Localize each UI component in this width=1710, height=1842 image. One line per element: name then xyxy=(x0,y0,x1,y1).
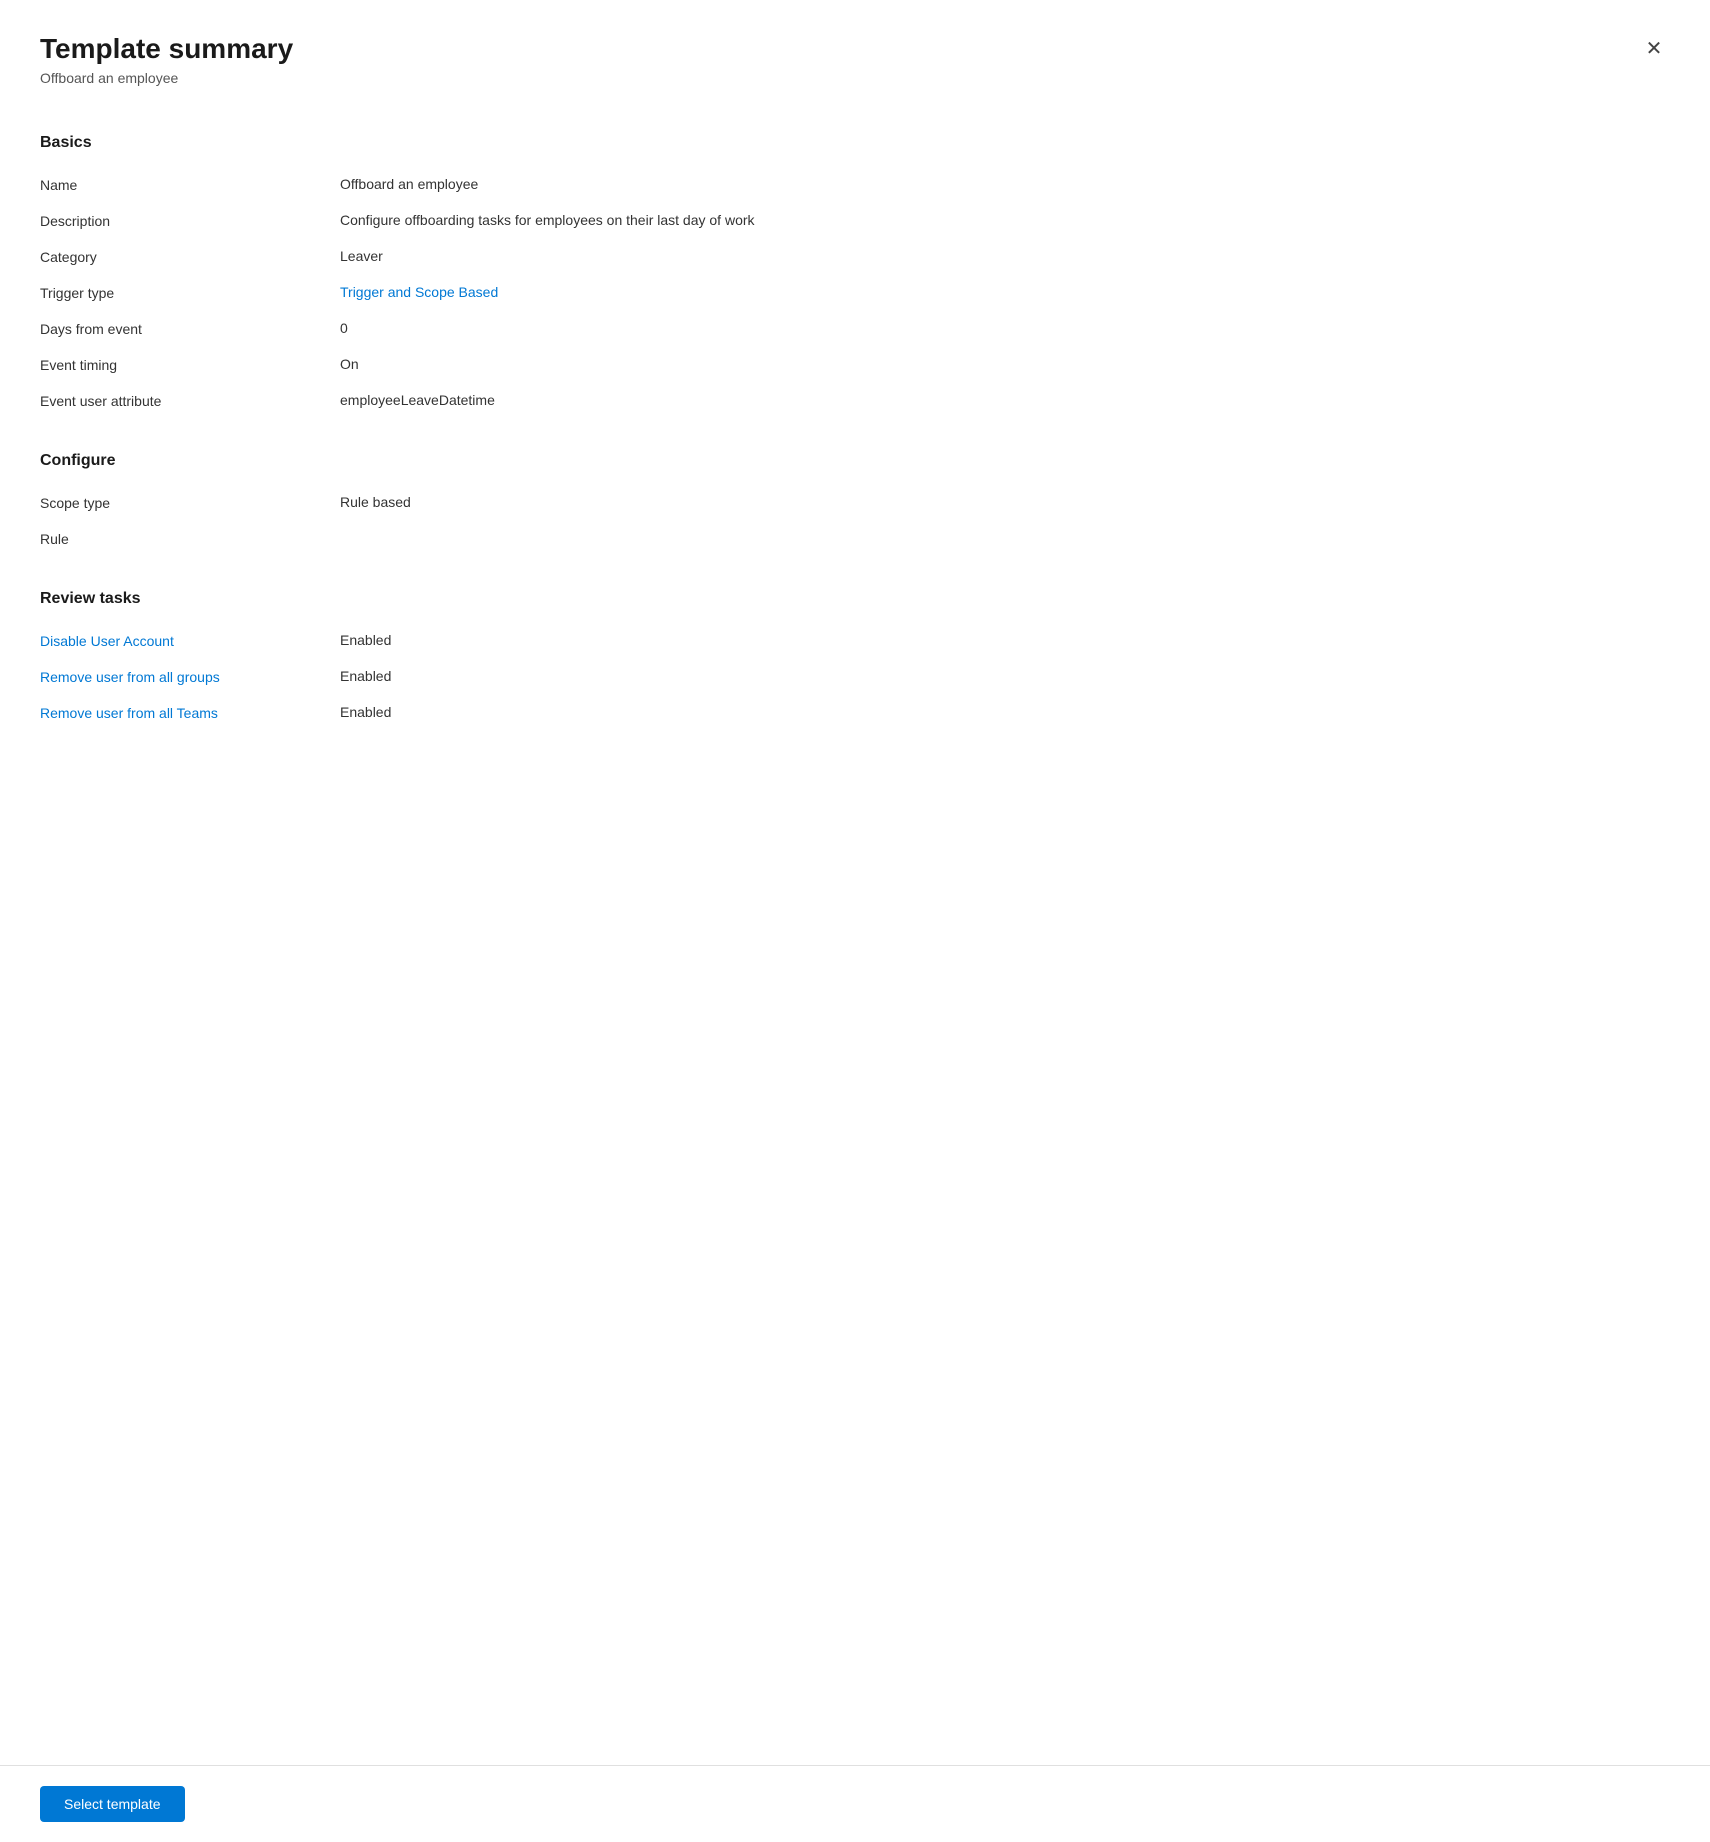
panel-title: Template summary xyxy=(40,32,1670,66)
field-label-category: Category xyxy=(40,248,340,265)
field-row-disable-user-account: Disable User Account Enabled xyxy=(40,624,1670,660)
field-label-event-timing: Event timing xyxy=(40,356,340,373)
close-icon: ✕ xyxy=(1646,36,1663,61)
panel-subtitle: Offboard an employee xyxy=(40,70,1670,86)
configure-section: Configure Scope type Rule based Rule xyxy=(40,452,1670,558)
field-label-scope-type: Scope type xyxy=(40,494,340,511)
field-value-name: Offboard an employee xyxy=(340,176,1670,192)
field-row-remove-from-groups: Remove user from all groups Enabled xyxy=(40,660,1670,696)
field-row-scope-type: Scope type Rule based xyxy=(40,486,1670,522)
basics-section-title: Basics xyxy=(40,134,1670,152)
field-label-trigger-type: Trigger type xyxy=(40,284,340,301)
field-value-event-user-attribute: employeeLeaveDatetime xyxy=(340,392,1670,408)
field-row-event-user-attribute: Event user attribute employeeLeaveDateti… xyxy=(40,384,1670,420)
field-row-category: Category Leaver xyxy=(40,240,1670,276)
template-summary-panel: Template summary Offboard an employee ✕ … xyxy=(0,0,1710,1842)
field-label-name: Name xyxy=(40,176,340,193)
field-row-event-timing: Event timing On xyxy=(40,348,1670,384)
field-row-rule: Rule xyxy=(40,522,1670,558)
field-value-category: Leaver xyxy=(340,248,1670,264)
field-value-days-from-event: 0 xyxy=(340,320,1670,336)
field-label-remove-from-groups[interactable]: Remove user from all groups xyxy=(40,668,340,685)
field-value-disable-user-account: Enabled xyxy=(340,632,1670,648)
select-template-button[interactable]: Select template xyxy=(40,1786,185,1822)
field-label-remove-from-teams[interactable]: Remove user from all Teams xyxy=(40,704,340,721)
field-row-remove-from-teams: Remove user from all Teams Enabled xyxy=(40,696,1670,732)
select-template-label: Select template xyxy=(64,1796,161,1812)
field-label-days-from-event: Days from event xyxy=(40,320,340,337)
configure-section-title: Configure xyxy=(40,452,1670,470)
field-label-disable-user-account[interactable]: Disable User Account xyxy=(40,632,340,649)
review-tasks-section-title: Review tasks xyxy=(40,590,1670,608)
field-row-days-from-event: Days from event 0 xyxy=(40,312,1670,348)
field-row-description: Description Configure offboarding tasks … xyxy=(40,204,1670,240)
field-value-event-timing: On xyxy=(340,356,1670,372)
field-label-rule: Rule xyxy=(40,530,340,547)
panel-footer: Select template xyxy=(0,1765,1710,1842)
panel-body: Basics Name Offboard an employee Descrip… xyxy=(0,102,1710,1765)
panel-header: Template summary Offboard an employee ✕ xyxy=(0,0,1710,102)
field-value-trigger-type[interactable]: Trigger and Scope Based xyxy=(340,284,1670,300)
field-row-trigger-type: Trigger type Trigger and Scope Based xyxy=(40,276,1670,312)
field-label-event-user-attribute: Event user attribute xyxy=(40,392,340,409)
basics-section: Basics Name Offboard an employee Descrip… xyxy=(40,134,1670,420)
close-button[interactable]: ✕ xyxy=(1638,32,1670,64)
field-value-description: Configure offboarding tasks for employee… xyxy=(340,212,1670,228)
field-row-name: Name Offboard an employee xyxy=(40,168,1670,204)
field-value-remove-from-groups: Enabled xyxy=(340,668,1670,684)
field-label-description: Description xyxy=(40,212,340,229)
field-value-remove-from-teams: Enabled xyxy=(340,704,1670,720)
review-tasks-section: Review tasks Disable User Account Enable… xyxy=(40,590,1670,732)
field-value-scope-type: Rule based xyxy=(340,494,1670,510)
